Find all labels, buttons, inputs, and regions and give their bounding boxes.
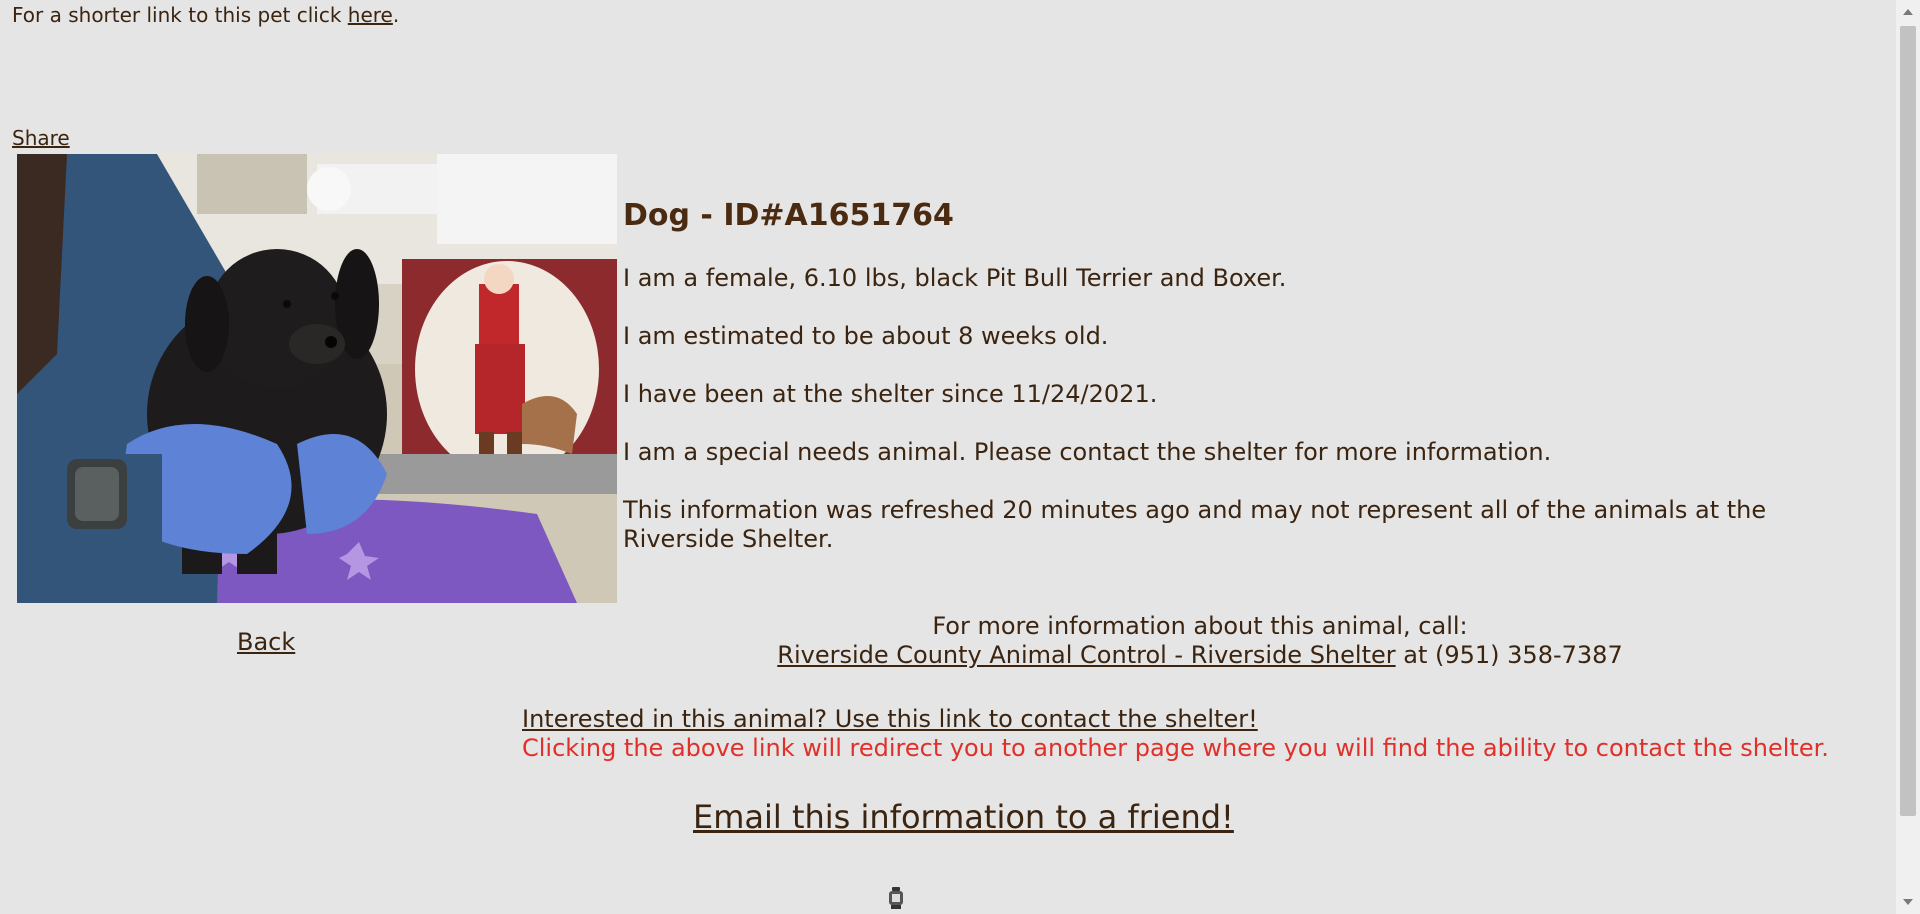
redirect-note: Clicking the above link will redirect yo…	[522, 734, 1829, 762]
share-link[interactable]: Share	[12, 126, 70, 150]
pet-fact-sex-weight-breed: I am a female, 6.10 lbs, black Pit Bull …	[623, 264, 1287, 292]
shelter-link[interactable]: Riverside County Animal Control - Rivers…	[777, 641, 1395, 669]
vertical-scrollbar[interactable]	[1896, 0, 1920, 914]
pet-fact-special-needs: I am a special needs animal. Please cont…	[623, 438, 1552, 466]
short-link-prefix: For a shorter link to this pet click	[12, 3, 348, 27]
pet-photo	[17, 154, 617, 603]
pet-photo-image	[17, 154, 617, 603]
pet-details: Dog - ID#A1651764 I am a female, 6.10 lb…	[623, 196, 1863, 583]
short-link-suffix: .	[392, 3, 400, 27]
short-link-line: For a shorter link to this pet click her…	[12, 3, 399, 27]
contact-shelter-link[interactable]: Interested in this animal? Use this link…	[522, 705, 1258, 733]
contact-intro: For more information about this animal, …	[932, 612, 1468, 640]
pet-fact-age: I am estimated to be about 8 weeks old.	[623, 322, 1109, 350]
pet-fact-refresh-note: This information was refreshed 20 minute…	[623, 496, 1767, 553]
scrollbar-thumb[interactable]	[1900, 26, 1916, 816]
pet-detail-page: For a shorter link to this pet click her…	[0, 0, 1896, 914]
contact-info: For more information about this animal, …	[500, 612, 1900, 670]
scroll-down-arrow-icon[interactable]	[1896, 890, 1920, 914]
shelter-phone: at (951) 358-7387	[1395, 641, 1623, 669]
loading-icon	[889, 887, 903, 909]
pet-title: Dog - ID#A1651764	[623, 198, 954, 233]
back-link[interactable]: Back	[237, 627, 295, 657]
contact-line: Riverside County Animal Control - Rivers…	[500, 641, 1900, 670]
scroll-up-arrow-icon[interactable]	[1896, 0, 1920, 24]
pet-fact-intake-date: I have been at the shelter since 11/24/2…	[623, 380, 1158, 408]
short-link-here[interactable]: here	[348, 3, 393, 27]
interest-block: Interested in this animal? Use this link…	[522, 705, 1829, 763]
email-friend-link[interactable]: Email this information to a friend!	[693, 797, 1234, 837]
